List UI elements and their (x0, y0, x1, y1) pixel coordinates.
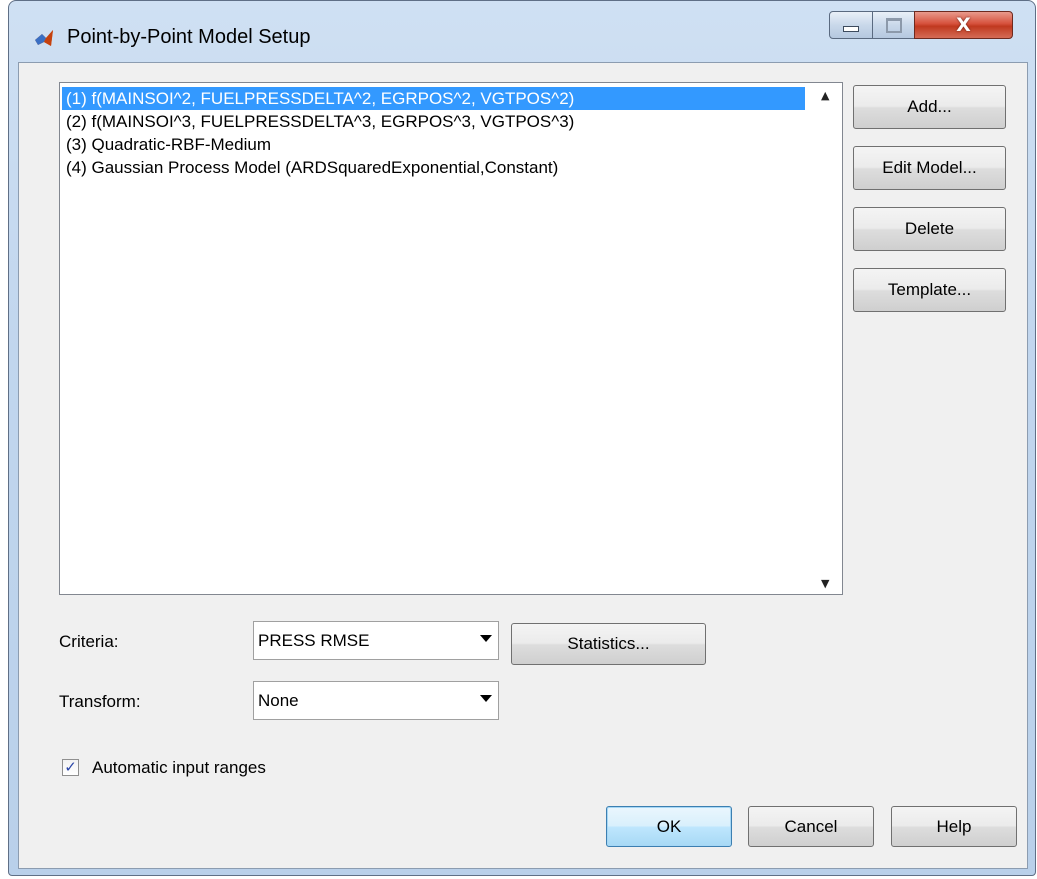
list-scrollbar[interactable]: ▲ ▼ (812, 83, 842, 594)
list-item[interactable]: (2) f(MAINSOI^3, FUELPRESSDELTA^3, EGRPO… (62, 110, 805, 133)
model-list[interactable]: (1) f(MAINSOI^2, FUELPRESSDELTA^2, EGRPO… (59, 82, 843, 595)
minimize-button[interactable] (829, 11, 873, 39)
criteria-label: Criteria: (59, 632, 119, 651)
list-item[interactable]: (3) Quadratic-RBF-Medium (62, 133, 805, 156)
criteria-select[interactable]: PRESS RMSE (253, 621, 499, 660)
scroll-up-icon[interactable]: ▲ (821, 89, 829, 102)
edit-model-button[interactable]: Edit Model... (853, 146, 1006, 190)
model-list-items: (1) f(MAINSOI^2, FUELPRESSDELTA^2, EGRPO… (62, 87, 805, 179)
criteria-select-value: PRESS RMSE (258, 631, 370, 650)
transform-label: Transform: (59, 692, 141, 711)
title-bar[interactable]: Point-by-Point Model Setup X (9, 1, 1035, 71)
maximize-icon (885, 17, 902, 33)
transform-select[interactable]: None (253, 681, 499, 720)
delete-button[interactable]: Delete (853, 207, 1006, 251)
matlab-logo-icon (35, 30, 53, 46)
window-title: Point-by-Point Model Setup (67, 26, 311, 48)
add-button[interactable]: Add... (853, 85, 1006, 129)
chevron-down-icon (480, 695, 492, 702)
minimize-icon (843, 26, 859, 32)
dialog-content: (1) f(MAINSOI^2, FUELPRESSDELTA^2, EGRPO… (18, 62, 1028, 869)
close-button[interactable]: X (914, 11, 1013, 39)
template-button[interactable]: Template... (853, 268, 1006, 312)
help-button[interactable]: Help (891, 806, 1017, 847)
transform-select-value: None (258, 691, 299, 710)
maximize-button[interactable] (872, 11, 915, 39)
dialog-window: Point-by-Point Model Setup X (1) f(MAINS… (8, 0, 1036, 876)
scroll-down-icon[interactable]: ▼ (821, 577, 829, 590)
chevron-down-icon (480, 635, 492, 642)
list-item[interactable]: (4) Gaussian Process Model (ARDSquaredEx… (62, 156, 805, 179)
close-icon: X (956, 14, 971, 36)
checkmark-icon: ✓ (64, 758, 77, 776)
auto-input-ranges-label: Automatic input ranges (92, 758, 266, 777)
auto-input-ranges-checkbox[interactable]: ✓ (62, 759, 79, 776)
cancel-button[interactable]: Cancel (748, 806, 874, 847)
list-item[interactable]: (1) f(MAINSOI^2, FUELPRESSDELTA^2, EGRPO… (62, 87, 805, 110)
ok-button[interactable]: OK (606, 806, 732, 847)
statistics-button[interactable]: Statistics... (511, 623, 706, 665)
